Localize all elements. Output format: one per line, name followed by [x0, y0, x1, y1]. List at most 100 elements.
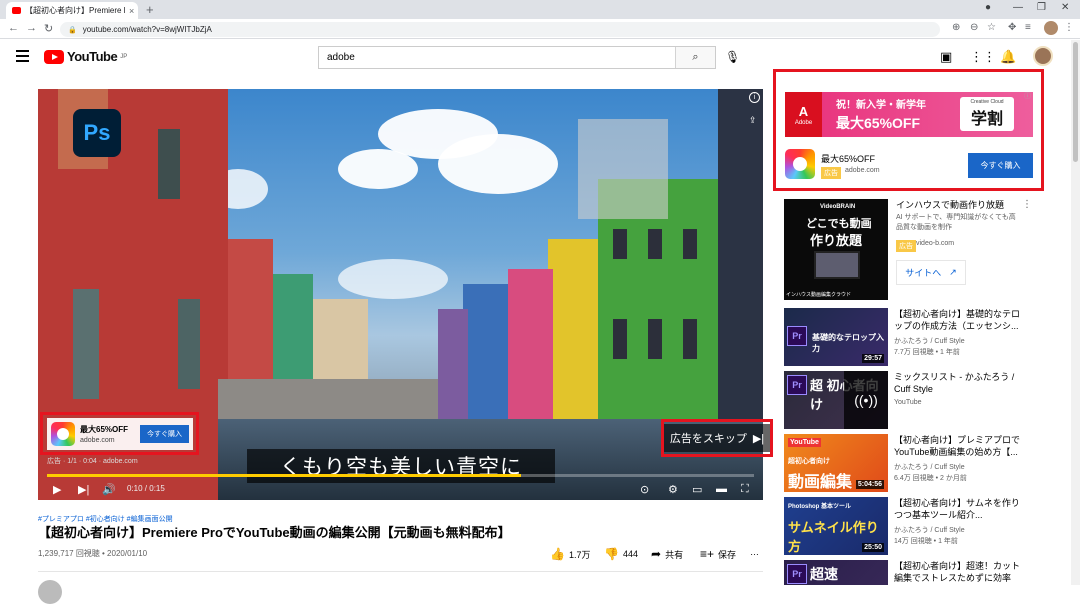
video-meta: 1,239,717 回視聴 • 2020/01/10	[38, 549, 148, 558]
reading-list-icon[interactable]: ≡	[1025, 22, 1031, 33]
bookmark-star-icon[interactable]: ☆	[987, 22, 996, 33]
extensions-icon[interactable]: ✥	[1008, 22, 1016, 33]
theater-mode-icon[interactable]: ▬	[716, 483, 727, 495]
progress-bar[interactable]	[47, 474, 754, 477]
progress-fill	[47, 474, 521, 477]
sidebar-mix-item[interactable]: Pr 超 初心者向け ((•)) ミックスリスト - かふたろう / Cuff …	[784, 371, 1044, 429]
save-button[interactable]: ≡+ 保存	[700, 547, 736, 561]
restore-button[interactable]: ❐	[1037, 2, 1046, 13]
video-meta: 14万 回視聴 • 1 年前	[894, 538, 958, 545]
thumbs-down-icon: 👎	[604, 547, 619, 561]
volume-icon[interactable]: 🔊	[102, 483, 116, 496]
share-arrow-icon: ➦	[651, 547, 662, 561]
search-input[interactable]	[319, 47, 675, 68]
tab-close-icon[interactable]: ×	[129, 6, 134, 16]
external-link-icon: ↗	[949, 267, 957, 277]
sidebar-item-title: 【初心者向け】プレミアプロでYouTube動画編集の始め方【...	[894, 435, 1021, 457]
video-thumbnail: Pr 基礎的なテロップ入力 29:57	[784, 308, 888, 366]
fullscreen-icon[interactable]: ⛶	[741, 483, 749, 496]
create-video-icon[interactable]: ▣	[940, 49, 952, 65]
lock-icon: 🔒	[68, 26, 77, 34]
playlist-add-icon: ≡+	[700, 547, 715, 561]
info-icon[interactable]: i	[749, 92, 760, 103]
highlight-box	[773, 69, 1044, 191]
premiere-pro-icon: Pr	[787, 564, 807, 584]
browser-profile-avatar[interactable]	[1044, 21, 1058, 35]
youtube-logo[interactable]: YouTube JP	[44, 49, 127, 64]
video-thumbnail: Photoshop 基本ツール サムネイル作り方 25:50	[784, 497, 888, 555]
settings-gear-icon[interactable]: ⚙	[668, 483, 678, 496]
next-icon[interactable]: ▶|	[78, 483, 89, 496]
menu-icon[interactable]	[16, 50, 29, 65]
tab-title: 【超初心者向け】Premiere ProでYo...	[25, 6, 125, 15]
mix-radio-icon: ((•))	[844, 371, 888, 429]
sidebar-item-title: 【超初心者向け】基礎的なテロップの作成方法（エッセンシ...	[894, 309, 1021, 331]
share-button[interactable]: ➦ 共有	[651, 547, 683, 561]
play-icon[interactable]: ▶	[53, 483, 61, 496]
minimize-button[interactable]: —	[1013, 2, 1023, 13]
notifications-bell-icon[interactable]: 🔔	[1000, 49, 1016, 65]
search-box: ⌕	[318, 46, 716, 69]
youtube-play-icon	[44, 49, 64, 64]
highlight-box	[661, 419, 773, 457]
sidebar-item-title: ミックスリスト - かふたろう / Cuff Style	[894, 372, 1015, 394]
share-profile-icon[interactable]: ⇪	[749, 115, 757, 126]
video-thumbnail: VideoBRAIN どこでも動画 作り放題 インハウス動画編集クラウド	[784, 199, 888, 300]
premiere-pro-icon: Pr	[787, 375, 807, 395]
zoom-icon[interactable]: ⊖	[970, 22, 978, 33]
browser-tab-bar: 【超初心者向け】Premiere ProでYo... × + ● — ❐ ✕	[0, 0, 1080, 19]
microphone-icon[interactable]: 🎙	[725, 50, 740, 64]
sidebar-video-item[interactable]: Photoshop 基本ツール サムネイル作り方 25:50 【超初心者向け】サ…	[784, 497, 1044, 555]
more-options-icon[interactable]: ⋮	[1022, 199, 1032, 210]
photoshop-logo: Ps	[73, 109, 121, 157]
video-thumbnail: Pr 超 初心者向け ((•))	[784, 371, 888, 429]
visit-site-button[interactable]: サイトへ ↗	[896, 260, 966, 285]
sidebar-item-title: 【超初心者向け】サムネを作りつつ基本ツール紹介...	[894, 498, 1020, 520]
miniplayer-icon[interactable]: ▭	[692, 483, 702, 496]
video-meta: 7.7万 回視聴 • 1 年前	[894, 349, 960, 356]
highlight-box	[40, 412, 199, 455]
like-button[interactable]: 👍 1.7万	[550, 547, 590, 561]
video-meta: 6.4万 回視聴 • 2 か月前	[894, 475, 967, 482]
video-thumbnail: Pr 超速	[784, 560, 888, 585]
install-icon[interactable]: ⊕	[952, 22, 960, 33]
sidebar-item-title: インハウスで動画作り放題	[896, 200, 1005, 210]
channel-name: かふたろう / Cuff Style	[894, 464, 965, 471]
premiere-pro-icon: Pr	[787, 326, 807, 346]
channel-avatar[interactable]	[38, 580, 62, 604]
profile-circle-icon[interactable]: ●	[985, 2, 991, 13]
chrome-menu-icon[interactable]: ⋮	[1064, 22, 1074, 33]
close-window-button[interactable]: ✕	[1061, 2, 1069, 13]
video-subtitle: くもり空も美しい青空に	[247, 449, 555, 483]
autoplay-toggle-icon[interactable]: ⊙	[640, 483, 649, 496]
channel-name: かふたろう / Cuff Style	[894, 338, 965, 345]
thumbs-up-icon: 👍	[550, 547, 565, 561]
search-icon: ⌕	[692, 51, 699, 63]
address-bar: ← → ↻ 🔒 youtube.com/watch?v=8wjWITJbZjA …	[0, 19, 1080, 39]
ad-status-line: 広告 · 1/1 · 0:04 · adobe.com	[47, 458, 138, 465]
youtube-favicon-icon	[12, 7, 21, 14]
channel-name: かふたろう / Cuff Style	[894, 527, 965, 534]
sidebar-video-item[interactable]: YouTube 超初心者向け 動画編集 5:04:56 【初心者向け】プレミアプ…	[784, 434, 1044, 492]
new-tab-button[interactable]: +	[146, 2, 154, 17]
ad-badge: 広告	[896, 240, 916, 252]
forward-arrow-icon[interactable]: →	[26, 22, 37, 34]
dislike-button[interactable]: 👎 444	[604, 547, 638, 561]
time-display: 0:10 / 0:15	[127, 484, 165, 493]
scrollbar-thumb[interactable]	[1073, 42, 1078, 162]
back-arrow-icon[interactable]: ←	[8, 22, 19, 34]
account-avatar[interactable]	[1033, 46, 1053, 66]
url-input[interactable]: 🔒 youtube.com/watch?v=8wjWITJbZjA	[60, 22, 940, 37]
search-button[interactable]: ⌕	[675, 47, 715, 68]
video-title: 【超初心者向け】Premiere ProでYouTube動画の編集公開【元動画も…	[38, 525, 511, 540]
reload-icon[interactable]: ↻	[44, 22, 53, 35]
browser-tab[interactable]: 【超初心者向け】Premiere ProでYo... ×	[6, 2, 138, 19]
sidebar-video-item[interactable]: Pr 基礎的なテロップ入力 29:57 【超初心者向け】基礎的なテロップの作成方…	[784, 308, 1044, 366]
more-actions-button[interactable]: …	[750, 547, 759, 557]
apps-grid-icon[interactable]: ⋮⋮	[970, 49, 996, 65]
ad-description: AI サポートで、専門知識がなくても高品質な動画を制作	[896, 214, 1016, 231]
sidebar-video-item[interactable]: Pr 超速 【超初心者向け】超速！カット編集でストレスためずに効率良...	[784, 560, 1044, 585]
url-text: youtube.com/watch?v=8wjWITJbZjA	[82, 25, 212, 34]
ad-domain: video-b.com	[916, 240, 955, 247]
video-thumbnail: YouTube 超初心者向け 動画編集 5:04:56	[784, 434, 888, 492]
